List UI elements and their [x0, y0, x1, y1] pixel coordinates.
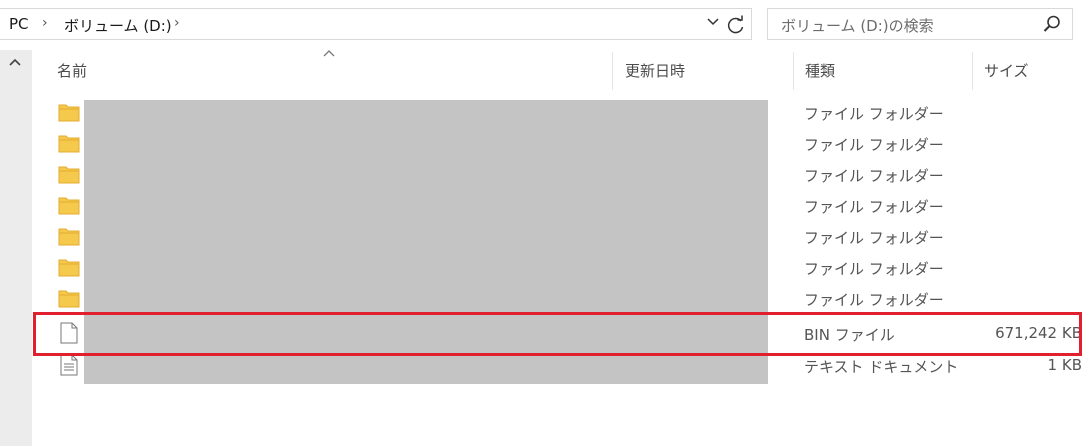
column-header-type[interactable]: 種類	[805, 60, 835, 81]
folder-icon	[58, 133, 80, 153]
folder-icon	[58, 195, 80, 215]
text-document-icon	[60, 354, 78, 376]
file-type: ファイル フォルダー	[804, 260, 944, 278]
file-type: テキスト ドキュメント	[804, 358, 959, 376]
refresh-icon[interactable]	[724, 13, 748, 37]
breadcrumb-separator[interactable]: ›	[174, 15, 180, 31]
column-header-name[interactable]: 名前	[57, 60, 87, 81]
address-bar[interactable]: PC › ボリューム (D:) ›	[0, 8, 752, 40]
folder-icon	[58, 164, 80, 184]
column-divider[interactable]	[612, 52, 613, 90]
breadcrumb-separator[interactable]: ›	[42, 15, 48, 31]
column-header-size[interactable]: サイズ	[984, 60, 1029, 81]
folder-icon	[58, 226, 80, 246]
folder-icon	[58, 288, 80, 308]
file-size: 1 KB	[1047, 356, 1082, 374]
search-placeholder: ボリューム (D:)の検索	[781, 17, 934, 35]
file-type: ファイル フォルダー	[804, 229, 944, 247]
file-type: ファイル フォルダー	[804, 167, 944, 185]
breadcrumb-volume-d[interactable]: ボリューム (D:)	[64, 15, 172, 36]
sort-ascending-icon	[323, 46, 335, 60]
column-divider[interactable]	[793, 52, 794, 90]
search-icon[interactable]	[1042, 14, 1062, 34]
file-type: ファイル フォルダー	[804, 291, 944, 309]
folder-icon	[58, 102, 80, 122]
search-input[interactable]: ボリューム (D:)の検索	[767, 8, 1073, 40]
chevron-down-icon[interactable]	[703, 14, 723, 34]
breadcrumb-pc[interactable]: PC	[9, 15, 29, 33]
file-type: ファイル フォルダー	[804, 198, 944, 216]
highlight-box	[33, 312, 1082, 356]
column-divider[interactable]	[972, 52, 973, 90]
navigation-pane[interactable]	[0, 50, 32, 446]
folder-icon	[58, 257, 80, 277]
file-type: ファイル フォルダー	[804, 136, 944, 154]
column-header-date[interactable]: 更新日時	[625, 60, 685, 81]
scroll-up-icon[interactable]	[4, 56, 26, 74]
file-type: ファイル フォルダー	[804, 105, 944, 123]
